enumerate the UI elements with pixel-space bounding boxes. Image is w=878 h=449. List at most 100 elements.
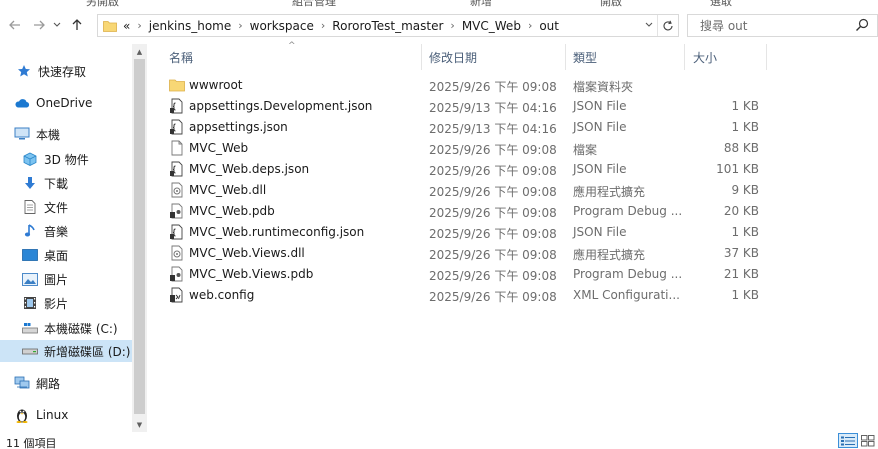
search-box[interactable] — [687, 14, 878, 37]
json-file-icon — [170, 98, 183, 114]
sidebar-item-network[interactable]: 網路 — [14, 372, 132, 394]
sidebar-item-this-pc[interactable]: 本機 — [14, 123, 132, 145]
ribbon-labels: 另開啟 組合管理 新增 開啟 選取 — [0, 0, 878, 8]
recent-locations-button[interactable] — [50, 14, 64, 36]
breadcrumb-separator-icon[interactable]: › — [321, 19, 325, 32]
sidebar-item-music[interactable]: 音樂 — [22, 220, 132, 242]
linux-penguin-icon — [14, 407, 30, 423]
dll-file-icon — [171, 245, 183, 261]
large-icons-view-button[interactable] — [858, 433, 878, 448]
breadcrumb-item[interactable]: MVC_Web — [462, 19, 521, 33]
breadcrumb-item[interactable]: workspace — [250, 19, 314, 33]
sidebar-item-pictures[interactable]: 圖片 — [22, 268, 132, 290]
sidebar-item-label: 文件 — [44, 200, 69, 215]
breadcrumb-item[interactable]: jenkins_home — [149, 19, 231, 33]
sort-ascending-icon: ^ — [288, 41, 296, 51]
desktop-icon — [22, 247, 38, 263]
breadcrumb-separator-icon[interactable]: › — [137, 19, 141, 32]
address-history-dropdown[interactable] — [641, 21, 657, 31]
column-header-label: 名稱 — [169, 50, 194, 65]
search-input[interactable] — [698, 17, 852, 34]
scroll-down-arrow-icon[interactable]: ▼ — [132, 417, 147, 432]
file-type: 應用程式擴充 — [573, 248, 646, 262]
ribbon-label[interactable]: 新增 — [470, 0, 492, 8]
breadcrumb-item[interactable]: out — [539, 19, 559, 33]
search-icon[interactable] — [855, 18, 869, 32]
sidebar-item-drive-d[interactable]: 新增磁碟區 (D:) — [0, 340, 132, 362]
ribbon-label[interactable]: 另開啟 — [86, 0, 119, 8]
sidebar-item-desktop[interactable]: 桌面 — [22, 244, 132, 266]
file-row[interactable]: web.config 2025/9/26 下午 09:08 XML Config… — [161, 285, 771, 306]
breadcrumb-overflow[interactable]: « — [123, 19, 130, 33]
file-type: XML Configurati... — [573, 288, 680, 302]
breadcrumb: « › jenkins_home › workspace › RororoTes… — [123, 15, 559, 36]
breadcrumb-separator-icon[interactable]: › — [528, 19, 532, 32]
film-icon — [22, 295, 38, 311]
file-row[interactable]: MVC_Web.Views.dll 2025/9/26 下午 09:08 應用程… — [161, 243, 771, 264]
sidebar-item-drive-c[interactable]: 本機磁碟 (C:) — [22, 317, 132, 339]
back-button[interactable] — [4, 14, 26, 36]
refresh-button[interactable] — [657, 15, 678, 36]
chevron-down-icon — [53, 22, 61, 27]
file-type: Program Debug ... — [573, 204, 683, 218]
column-header-name[interactable]: ^ 名稱 — [161, 41, 422, 70]
sidebar-item-label: Linux — [36, 408, 69, 422]
file-row[interactable]: appsettings.json 2025/9/13 下午 04:16 JSON… — [161, 117, 771, 138]
breadcrumb-separator-icon[interactable]: › — [238, 19, 242, 32]
sidebar-item-label: 影片 — [44, 296, 69, 311]
file-size: 1 KB — [731, 99, 759, 113]
item-count: 11 個項目 — [6, 437, 57, 449]
file-size: 21 KB — [723, 267, 759, 281]
sidebar-item-3d-objects[interactable]: 3D 物件 — [22, 148, 132, 170]
sidebar-item-videos[interactable]: 影片 — [22, 292, 132, 314]
sidebar-item-linux[interactable]: Linux — [14, 404, 132, 426]
navigation-bar: « › jenkins_home › workspace › RororoTes… — [0, 8, 878, 44]
file-row[interactable]: MVC_Web.runtimeconfig.json 2025/9/26 下午 … — [161, 222, 771, 243]
file-row[interactable]: MVC_Web 2025/9/26 下午 09:08 檔案 88 KB — [161, 138, 771, 159]
file-modified: 2025/9/26 下午 09:08 — [429, 290, 557, 304]
file-explorer-window: 另開啟 組合管理 新增 開啟 選取 « › jenkins_home › wor… — [0, 0, 878, 449]
file-row[interactable]: MVC_Web.dll 2025/9/26 下午 09:08 應用程式擴充 9 … — [161, 180, 771, 201]
details-view-icon — [841, 436, 855, 445]
file-size: 9 KB — [731, 183, 759, 197]
sidebar-item-label: 3D 物件 — [44, 152, 89, 167]
ribbon-label[interactable]: 開啟 — [600, 0, 622, 8]
breadcrumb-item[interactable]: RororoTest_master — [332, 19, 443, 33]
column-header-label: 修改日期 — [429, 50, 478, 65]
ribbon-label[interactable]: 組合管理 — [292, 0, 336, 8]
json-file-icon — [170, 119, 183, 135]
column-header-type[interactable]: 類型 — [566, 44, 685, 70]
column-header-modified[interactable]: 修改日期 — [422, 44, 566, 70]
file-row[interactable]: appsettings.Development.json 2025/9/13 下… — [161, 96, 771, 117]
sidebar-item-label: 網路 — [36, 376, 61, 391]
file-row[interactable]: MVC_Web.pdb 2025/9/26 下午 09:08 Program D… — [161, 201, 771, 222]
file-row[interactable]: MVC_Web.Views.pdb 2025/9/26 下午 09:08 Pro… — [161, 264, 771, 285]
scroll-up-arrow-icon[interactable]: ▲ — [132, 44, 147, 59]
sidebar-item-quick-access[interactable]: 快速存取 — [16, 60, 132, 82]
sidebar-item-label: 新增磁碟區 (D:) — [44, 344, 131, 359]
scrollbar-thumb[interactable] — [134, 59, 145, 414]
forward-button[interactable] — [28, 14, 50, 36]
details-view-button[interactable] — [838, 433, 858, 448]
sidebar-item-documents[interactable]: 文件 — [22, 196, 132, 218]
drive-windows-icon — [22, 320, 38, 336]
ribbon-label[interactable]: 選取 — [710, 0, 732, 8]
sidebar-item-onedrive[interactable]: OneDrive — [14, 92, 132, 114]
file-modified: 2025/9/26 下午 09:08 — [429, 80, 557, 94]
column-divider[interactable] — [766, 44, 767, 70]
file-row[interactable]: MVC_Web.deps.json 2025/9/26 下午 09:08 JSO… — [161, 159, 771, 180]
column-header-size[interactable]: 大小 — [685, 44, 767, 70]
file-name: wwwroot — [189, 78, 243, 92]
file-modified: 2025/9/13 下午 04:16 — [429, 101, 557, 115]
column-header-label: 大小 — [693, 50, 718, 65]
column-headers: ^ 名稱 修改日期 類型 大小 — [161, 41, 878, 70]
file-name: MVC_Web — [189, 141, 249, 155]
breadcrumb-separator-icon[interactable]: › — [450, 19, 454, 32]
navigation-pane-scrollbar[interactable]: ▲ ▼ — [132, 44, 147, 432]
file-row[interactable]: wwwroot 2025/9/26 下午 09:08 檔案資料夾 — [161, 75, 771, 96]
address-bar[interactable]: « › jenkins_home › workspace › RororoTes… — [97, 14, 679, 37]
cloud-icon — [14, 95, 30, 111]
up-button[interactable] — [66, 14, 88, 36]
sidebar-item-downloads[interactable]: 下載 — [22, 172, 132, 194]
chevron-down-icon — [645, 22, 653, 27]
